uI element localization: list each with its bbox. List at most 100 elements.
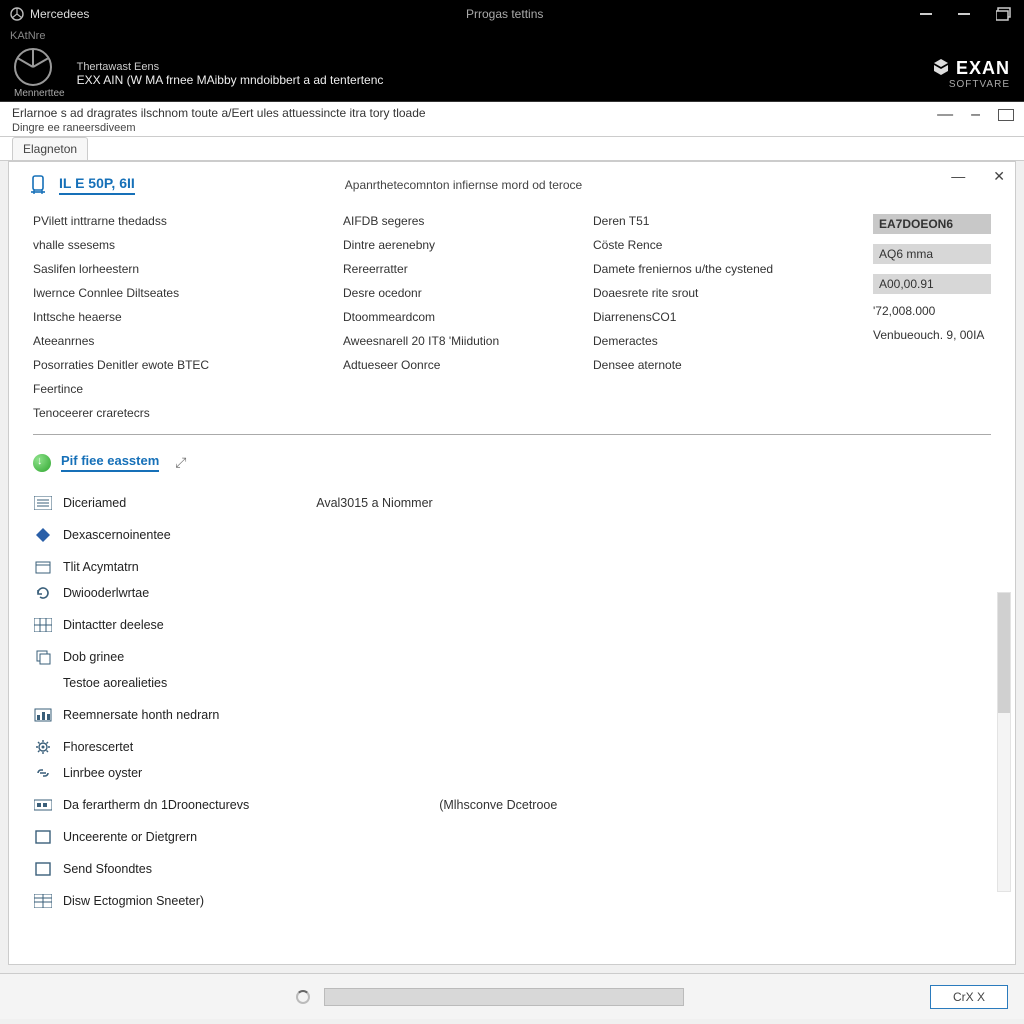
- tree-item-label: Dwiooderlwrtae: [63, 586, 149, 600]
- info-col4: EA7DOEON6AQ6 mmaA00,00.91'72,008.000Venb…: [873, 214, 991, 420]
- info-cell: Inttsche heaerse: [33, 310, 333, 324]
- tree-item[interactable]: Linrbee oyster: [33, 760, 991, 786]
- toolbar-window-icon[interactable]: [998, 109, 1014, 121]
- info-cell: PVilett inttrarne thedadss: [33, 214, 333, 228]
- info-value: EA7DOEON6: [873, 214, 991, 234]
- tree-item[interactable]: Disw Ectogmion Sneeter): [33, 888, 991, 914]
- info-cell: Posorraties Denitler ewote BTEC: [33, 358, 333, 372]
- function-tree: DiceriamedAval3015 a Niommer Dexascernoin…: [9, 484, 1015, 964]
- info-cell: Deren T51: [593, 214, 863, 228]
- breadcrumb-bar: Erlarnoe s ad dragrates ilschnom toute a…: [0, 102, 1024, 137]
- tree-item[interactable]: Tlit Acymtatrn: [33, 554, 991, 580]
- scrollbar[interactable]: [997, 592, 1011, 892]
- ecu-title[interactable]: IL E 50P, 6II: [59, 175, 135, 195]
- tree-item[interactable]: DiceriamedAval3015 a Niommer: [33, 490, 991, 516]
- progress-bar: [324, 988, 684, 1006]
- info-cell: Saslifen lorheestern: [33, 262, 333, 276]
- tree-item-label: Unceerente or Dietgrern: [63, 830, 197, 844]
- info-cell: Damete freniernos u/the cystened: [593, 262, 863, 276]
- main-panel: — ✕ IL E 50P, 6II Apanrthetecomnton infi…: [8, 161, 1016, 965]
- vehicle-header: Mennerttee Thertawast Eens EXX AIN (W MA…: [0, 46, 1024, 102]
- ok-button[interactable]: CrX X: [930, 985, 1008, 1009]
- vehicle-line2: EXX AIN (W MA frnee MAibby mndoibbert a …: [77, 73, 384, 87]
- panel-close-button[interactable]: ✕: [993, 168, 1005, 185]
- window-minimize-icon[interactable]: [920, 9, 936, 19]
- tree-item-label: Send Sfoondtes: [63, 862, 152, 876]
- list-icon: [33, 495, 53, 511]
- tree-item[interactable]: Fhorescertet: [33, 734, 991, 760]
- ecu-info-grid: PVilett inttrarne thedadssvhalle ssesems…: [9, 204, 1015, 434]
- tree-item-label: Dintactter deelese: [63, 618, 164, 632]
- info-cell: Tenoceerer craretecrs: [33, 406, 333, 420]
- tree-item-label: Fhorescertet: [63, 740, 133, 754]
- info-col1: PVilett inttrarne thedadssvhalle ssesems…: [33, 214, 333, 420]
- tree-item[interactable]: Dexascernoinentee: [33, 522, 991, 548]
- section-expand-icon[interactable]: ⤢: [175, 454, 186, 471]
- app-name: Mercedees: [30, 7, 89, 21]
- box-icon: [33, 861, 53, 877]
- link-icon: [33, 765, 53, 781]
- info-cell: Demeractes: [593, 334, 863, 348]
- grid-icon: [33, 617, 53, 633]
- tree-item-label: Reemnersate honth nedrarn: [63, 708, 219, 722]
- tree-item-label: Dexascernoinentee: [63, 528, 171, 542]
- tree-item-extra: Aval3015 a Niommer: [316, 496, 433, 510]
- tree-item[interactable]: Unceerente or Dietgrern: [33, 824, 991, 850]
- tab-diagnosis[interactable]: Elagneton: [12, 137, 88, 160]
- ecu-icon: [27, 174, 49, 196]
- info-value: Venbueouch. 9, 00IA: [873, 328, 991, 342]
- tree-item-label: Tlit Acymtatrn: [63, 560, 139, 574]
- info-cell: Dtoommeardcom: [343, 310, 583, 324]
- tree-item[interactable]: Dwiooderlwrtae: [33, 580, 991, 606]
- breadcrumb-path: Erlarnoe s ad dragrates ilschnom toute a…: [12, 106, 1012, 120]
- panel-minimize-button[interactable]: —: [951, 168, 965, 185]
- tree-item[interactable]: Da ferartherm dn 1Droonecturevs (Mlhsconv…: [33, 792, 991, 818]
- calendar-icon: [33, 559, 53, 575]
- brand-caption: Mennerttee: [14, 88, 65, 99]
- tab-row: Elagneton: [0, 137, 1024, 161]
- tree-item[interactable]: Dob grinee: [33, 644, 991, 670]
- module-icon: [33, 797, 53, 813]
- loading-spinner-icon: [296, 990, 310, 1004]
- os-titlebar: Mercedees Prrogas tettins: [0, 0, 1024, 28]
- info-cell: Aweesnarell 20 IT8 'Miidution: [343, 334, 583, 348]
- blank-icon: [33, 675, 53, 691]
- tree-item[interactable]: Send Sfoondtes: [33, 856, 991, 882]
- info-value: '72,008.000: [873, 304, 991, 318]
- info-cell: Cöste Rence: [593, 238, 863, 252]
- brand-name: EXAN: [956, 58, 1010, 79]
- tree-item-label: Da ferartherm dn 1Droonecturevs: [63, 798, 249, 812]
- info-value: AQ6 mma: [873, 244, 991, 264]
- toolbar-minimize-icon[interactable]: —: [937, 106, 953, 124]
- section-title[interactable]: Pif fiee easstem: [61, 453, 159, 472]
- info-cell: Iwernce Connlee Diltseates: [33, 286, 333, 300]
- scrollbar-thumb[interactable]: [998, 593, 1010, 713]
- info-cell: Feertince: [33, 382, 333, 396]
- tree-item[interactable]: Reemnersate honth nedrarn: [33, 702, 991, 728]
- tree-item[interactable]: Dintactter deelese: [33, 612, 991, 638]
- info-cell: Doaesrete rite srout: [593, 286, 863, 300]
- titlebar-subtitle: KAtNre: [0, 28, 1024, 46]
- gear-icon: [33, 739, 53, 755]
- info-cell: DiarrenensCO1: [593, 310, 863, 324]
- info-cell: Rereerratter: [343, 262, 583, 276]
- software-brand: EXAN SOFTVARE: [932, 58, 1010, 90]
- refresh-icon: [33, 585, 53, 601]
- info-cell: Dintre aerenebny: [343, 238, 583, 252]
- breadcrumb-line2: Dingre ee raneersdiveem: [12, 122, 1012, 134]
- tree-item-label: Testoe aorealieties: [63, 676, 167, 690]
- box-icon: [33, 829, 53, 845]
- toolbar-dash-icon[interactable]: –: [971, 106, 980, 124]
- window-restore-icon[interactable]: [996, 7, 1014, 21]
- tree-item-label: Disw Ectogmion Sneeter): [63, 894, 204, 908]
- window-dash-icon[interactable]: [958, 9, 974, 19]
- info-col3: Deren T51 Cöste Rence Damete freniernos u/…: [593, 214, 863, 420]
- bars-icon: [33, 707, 53, 723]
- tree-item-extra: (Mlhsconve Dcetrooe: [439, 798, 557, 812]
- info-cell: Adtueseer Oonrce: [343, 358, 583, 372]
- vehicle-line1: Thertawast Eens: [77, 61, 384, 73]
- status-footer: CrX X: [0, 973, 1024, 1019]
- app-icon: [10, 7, 24, 21]
- tree-item[interactable]: Testoe aorealieties: [33, 670, 991, 696]
- titlebar-center-text: Prrogas tettins: [89, 7, 920, 21]
